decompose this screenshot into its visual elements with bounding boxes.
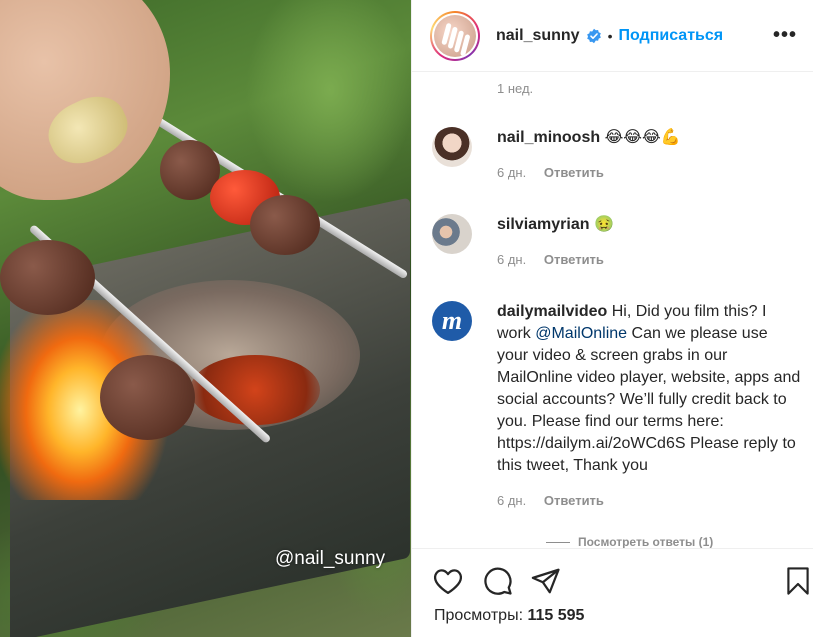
comment-button[interactable] bbox=[482, 565, 514, 597]
author-username[interactable]: nail_sunny bbox=[496, 27, 580, 45]
video-watermark: @nail_sunny bbox=[275, 548, 386, 569]
views-label: Просмотры: bbox=[434, 607, 524, 624]
comment-icon bbox=[484, 567, 512, 595]
post-panel: nail_sunny • Подписаться ••• 1 нед. nail… bbox=[411, 0, 813, 637]
comment-text: silviamyrian 🤢 bbox=[497, 214, 802, 236]
like-button[interactable] bbox=[432, 565, 464, 597]
comment-time: 6 дн. bbox=[497, 165, 527, 180]
share-icon bbox=[531, 568, 560, 594]
comment-item: silviamyrian 🤢 6 дн. Ответить bbox=[432, 214, 802, 267]
video-meat bbox=[0, 240, 95, 315]
comment-text: nail_minoosh 😂😂😂💪 bbox=[497, 127, 802, 149]
follow-button[interactable]: Подписаться bbox=[618, 27, 723, 45]
view-replies-button[interactable]: Посмотреть ответы (1) bbox=[546, 535, 713, 548]
reply-button[interactable]: Ответить bbox=[544, 165, 604, 180]
author-avatar[interactable] bbox=[430, 10, 480, 61]
comment-time: 6 дн. bbox=[497, 252, 527, 267]
comment-time: 6 дн. bbox=[497, 493, 527, 508]
comment-item: nail_minoosh 😂😂😂💪 6 дн. Ответить bbox=[432, 127, 802, 180]
verified-badge-icon bbox=[586, 28, 602, 44]
comment-content: 😂😂😂💪 bbox=[604, 129, 681, 146]
video-meat bbox=[250, 195, 320, 255]
action-bar: Просмотры: 115 595 bbox=[412, 548, 813, 637]
post-header: nail_sunny • Подписаться ••• bbox=[412, 0, 813, 72]
commenter-username[interactable]: dailymailvideo bbox=[497, 303, 607, 320]
previous-comment-time: 1 нед. bbox=[497, 81, 534, 96]
comment-meta: 6 дн. Ответить bbox=[497, 493, 802, 508]
comment-item: m dailymailvideo Hi, Did you film this? … bbox=[432, 301, 802, 508]
commenter-avatar[interactable]: m bbox=[432, 301, 472, 341]
commenter-username[interactable]: silviamyrian bbox=[497, 216, 590, 233]
commenter-username[interactable]: nail_minoosh bbox=[497, 129, 600, 146]
reply-button[interactable]: Ответить bbox=[544, 493, 604, 508]
bookmark-icon bbox=[787, 567, 809, 595]
dailymail-logo-icon: m bbox=[441, 306, 463, 335]
commenter-avatar[interactable] bbox=[432, 127, 472, 167]
comment-content-rest: Can we please use your video & screen gr… bbox=[497, 325, 801, 474]
reply-button[interactable]: Ответить bbox=[544, 252, 604, 267]
commenter-avatar[interactable] bbox=[432, 214, 472, 254]
mention-link[interactable]: @MailOnline bbox=[535, 325, 627, 342]
comment-text: dailymailvideo Hi, Did you film this? I … bbox=[497, 301, 802, 477]
video-meat bbox=[100, 355, 195, 440]
header-separator: • bbox=[607, 27, 613, 44]
save-button[interactable] bbox=[782, 565, 813, 597]
comments-list[interactable]: 1 нед. nail_minoosh 😂😂😂💪 6 дн. Ответить … bbox=[412, 72, 813, 548]
comment-meta: 6 дн. Ответить bbox=[497, 165, 802, 180]
views-count: Просмотры: 115 595 bbox=[434, 607, 584, 625]
views-number: 115 595 bbox=[527, 607, 585, 624]
comment-content: 🤢 bbox=[593, 216, 614, 233]
post-video[interactable]: @nail_sunny bbox=[0, 0, 411, 637]
heart-icon bbox=[434, 569, 462, 594]
comment-meta: 6 дн. Ответить bbox=[497, 252, 802, 267]
share-button[interactable] bbox=[530, 565, 562, 597]
more-options-button[interactable]: ••• bbox=[773, 24, 797, 47]
